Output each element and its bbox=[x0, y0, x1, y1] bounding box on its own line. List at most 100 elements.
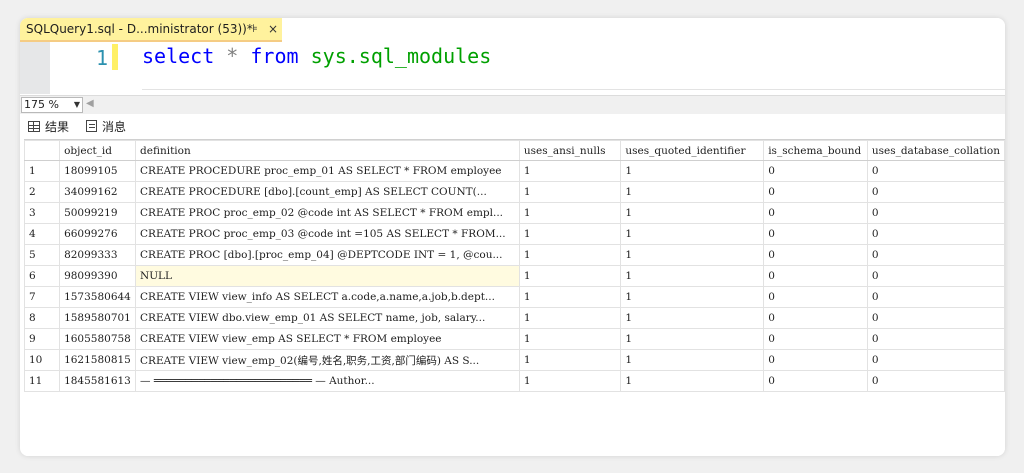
column-header-is-schema-bound[interactable]: is_schema_bound bbox=[763, 140, 868, 161]
cell-definition[interactable]: CREATE VIEW view_info AS SELECT a.code,a… bbox=[135, 286, 520, 308]
cell-object-id[interactable]: 50099219 bbox=[59, 202, 137, 224]
cell-uses-database-collation[interactable]: 0 bbox=[866, 307, 1005, 329]
cell-uses-ansi-nulls[interactable]: 1 bbox=[518, 181, 622, 203]
cell-definition[interactable]: CREATE PROCEDURE [dbo].[count_emp] AS SE… bbox=[135, 181, 520, 203]
cell-uses-quoted-identifier[interactable]: 1 bbox=[620, 223, 765, 245]
cell-definition[interactable]: CREATE VIEW view_emp AS SELECT * FROM em… bbox=[135, 328, 520, 350]
cell-uses-database-collation[interactable]: 0 bbox=[866, 370, 1005, 392]
cell-object-id[interactable]: 1845581613 bbox=[59, 370, 137, 392]
cell-definition[interactable]: — ═════════════════════════ — Author... bbox=[135, 370, 520, 392]
table-row[interactable]: 3 50099219 CREATE PROC proc_emp_02 @code i… bbox=[24, 202, 1005, 224]
table-row[interactable]: 7 1573580644 CREATE VIEW view_info AS SELE… bbox=[24, 286, 1005, 308]
row-number[interactable]: 10 bbox=[24, 349, 61, 371]
row-number[interactable]: 3 bbox=[24, 202, 61, 224]
cell-uses-database-collation[interactable]: 0 bbox=[866, 181, 1005, 203]
row-number-header[interactable] bbox=[24, 140, 61, 161]
results-grid[interactable]: object_id definition uses_ansi_nulls use… bbox=[24, 139, 1005, 456]
cell-uses-ansi-nulls[interactable]: 1 bbox=[518, 349, 622, 371]
row-number[interactable]: 8 bbox=[24, 307, 61, 329]
cell-object-id[interactable]: 34099162 bbox=[59, 181, 137, 203]
table-row[interactable]: 9 1605580758 CREATE VIEW view_emp AS SELEC… bbox=[24, 328, 1005, 350]
column-header-uses-ansi-nulls[interactable]: uses_ansi_nulls bbox=[518, 140, 622, 161]
cell-uses-ansi-nulls[interactable]: 1 bbox=[518, 328, 622, 350]
cell-is-schema-bound[interactable]: 0 bbox=[763, 160, 868, 182]
row-number[interactable]: 6 bbox=[24, 265, 61, 287]
cell-object-id[interactable]: 82099333 bbox=[59, 244, 137, 266]
cell-definition[interactable]: CREATE VIEW view_emp_02(编号,姓名,职务,工资,部门编码… bbox=[135, 349, 520, 371]
row-number[interactable]: 5 bbox=[24, 244, 61, 266]
table-row[interactable]: 8 1589580701 CREATE VIEW dbo.view_emp_01 A… bbox=[24, 307, 1005, 329]
close-icon[interactable]: × bbox=[266, 22, 280, 36]
cell-uses-ansi-nulls[interactable]: 1 bbox=[518, 370, 622, 392]
row-number[interactable]: 1 bbox=[24, 160, 61, 182]
row-number[interactable]: 7 bbox=[24, 286, 61, 308]
table-row[interactable]: 6 98099390 NULL 1 1 0 0 bbox=[24, 265, 1005, 287]
cell-uses-database-collation[interactable]: 0 bbox=[866, 265, 1005, 287]
cell-uses-quoted-identifier[interactable]: 1 bbox=[620, 307, 765, 329]
column-header-uses-quoted-identifier[interactable]: uses_quoted_identifier bbox=[620, 140, 765, 161]
cell-object-id[interactable]: 1605580758 bbox=[59, 328, 137, 350]
cell-is-schema-bound[interactable]: 0 bbox=[763, 202, 868, 224]
cell-uses-database-collation[interactable]: 0 bbox=[866, 223, 1005, 245]
tab-messages[interactable]: 消息 bbox=[86, 117, 126, 135]
cell-definition[interactable]: NULL bbox=[135, 265, 520, 287]
cell-uses-quoted-identifier[interactable]: 1 bbox=[620, 286, 765, 308]
cell-uses-quoted-identifier[interactable]: 1 bbox=[620, 244, 765, 266]
row-number[interactable]: 9 bbox=[24, 328, 61, 350]
cell-object-id[interactable]: 1573580644 bbox=[59, 286, 137, 308]
table-row[interactable]: 4 66099276 CREATE PROC proc_emp_03 @code i… bbox=[24, 223, 1005, 245]
query-editor[interactable]: 1 select * from sys.sql_modules bbox=[20, 42, 1005, 94]
cell-object-id[interactable]: 66099276 bbox=[59, 223, 137, 245]
cell-definition[interactable]: CREATE PROC [dbo].[proc_emp_04] @DEPTCOD… bbox=[135, 244, 520, 266]
tab-results[interactable]: 结果 bbox=[28, 117, 69, 135]
cell-uses-database-collation[interactable]: 0 bbox=[866, 286, 1005, 308]
cell-object-id[interactable]: 1621580815 bbox=[59, 349, 137, 371]
cell-uses-ansi-nulls[interactable]: 1 bbox=[518, 202, 622, 224]
cell-uses-ansi-nulls[interactable]: 1 bbox=[518, 223, 622, 245]
cell-uses-database-collation[interactable]: 0 bbox=[866, 160, 1005, 182]
code-line-1[interactable]: select * from sys.sql_modules bbox=[142, 44, 491, 68]
cell-object-id[interactable]: 18099105 bbox=[59, 160, 137, 182]
cell-is-schema-bound[interactable]: 0 bbox=[763, 265, 868, 287]
table-row[interactable]: 2 34099162 CREATE PROCEDURE [dbo].[count_… bbox=[24, 181, 1005, 203]
cell-uses-database-collation[interactable]: 0 bbox=[866, 349, 1005, 371]
cell-definition[interactable]: CREATE PROCEDURE proc_emp_01 AS SELECT *… bbox=[135, 160, 520, 182]
cell-uses-ansi-nulls[interactable]: 1 bbox=[518, 244, 622, 266]
cell-uses-quoted-identifier[interactable]: 1 bbox=[620, 160, 765, 182]
cell-is-schema-bound[interactable]: 0 bbox=[763, 286, 868, 308]
table-row[interactable]: 11 1845581613— ═════════════════════════ … bbox=[24, 370, 1005, 392]
column-header-uses-database-collation[interactable]: uses_database_collation bbox=[866, 140, 1005, 161]
table-row[interactable]: 1 18099105 CREATE PROCEDURE proc_emp_01 AS… bbox=[24, 160, 1005, 182]
cell-uses-quoted-identifier[interactable]: 1 bbox=[620, 181, 765, 203]
row-number[interactable]: 11 bbox=[24, 370, 61, 392]
cell-is-schema-bound[interactable]: 0 bbox=[763, 307, 868, 329]
cell-definition[interactable]: CREATE PROC proc_emp_02 @code int AS SEL… bbox=[135, 202, 520, 224]
cell-is-schema-bound[interactable]: 0 bbox=[763, 370, 868, 392]
column-header-object-id[interactable]: object_id bbox=[59, 140, 137, 161]
table-row[interactable]: 10 1621580815 CREATE VIEW view_emp_02(编号,姓… bbox=[24, 349, 1005, 371]
pin-icon[interactable]: ⊧ bbox=[248, 22, 262, 36]
cell-uses-ansi-nulls[interactable]: 1 bbox=[518, 265, 622, 287]
cell-definition[interactable]: CREATE VIEW dbo.view_emp_01 AS SELECT na… bbox=[135, 307, 520, 329]
cell-is-schema-bound[interactable]: 0 bbox=[763, 181, 868, 203]
cell-is-schema-bound[interactable]: 0 bbox=[763, 223, 868, 245]
document-tab-sqlquery1[interactable]: SQLQuery1.sql - D...ministrator (53))* ⊧… bbox=[20, 18, 282, 42]
cell-uses-quoted-identifier[interactable]: 1 bbox=[620, 349, 765, 371]
cell-uses-quoted-identifier[interactable]: 1 bbox=[620, 328, 765, 350]
cell-uses-ansi-nulls[interactable]: 1 bbox=[518, 307, 622, 329]
table-row[interactable]: 5 82099333 CREATE PROC [dbo].[proc_emp_04… bbox=[24, 244, 1005, 266]
cell-is-schema-bound[interactable]: 0 bbox=[763, 244, 868, 266]
cell-uses-quoted-identifier[interactable]: 1 bbox=[620, 265, 765, 287]
cell-object-id[interactable]: 98099390 bbox=[59, 265, 137, 287]
cell-definition[interactable]: CREATE PROC proc_emp_03 @code int =105 A… bbox=[135, 223, 520, 245]
cell-is-schema-bound[interactable]: 0 bbox=[763, 349, 868, 371]
row-number[interactable]: 4 bbox=[24, 223, 61, 245]
scroll-left-arrow-icon[interactable]: ◀ bbox=[86, 98, 94, 109]
column-header-definition[interactable]: definition bbox=[135, 140, 520, 161]
cell-uses-database-collation[interactable]: 0 bbox=[866, 202, 1005, 224]
cell-uses-ansi-nulls[interactable]: 1 bbox=[518, 286, 622, 308]
cell-uses-ansi-nulls[interactable]: 1 bbox=[518, 160, 622, 182]
cell-object-id[interactable]: 1589580701 bbox=[59, 307, 137, 329]
cell-uses-quoted-identifier[interactable]: 1 bbox=[620, 202, 765, 224]
cell-uses-database-collation[interactable]: 0 bbox=[866, 328, 1005, 350]
